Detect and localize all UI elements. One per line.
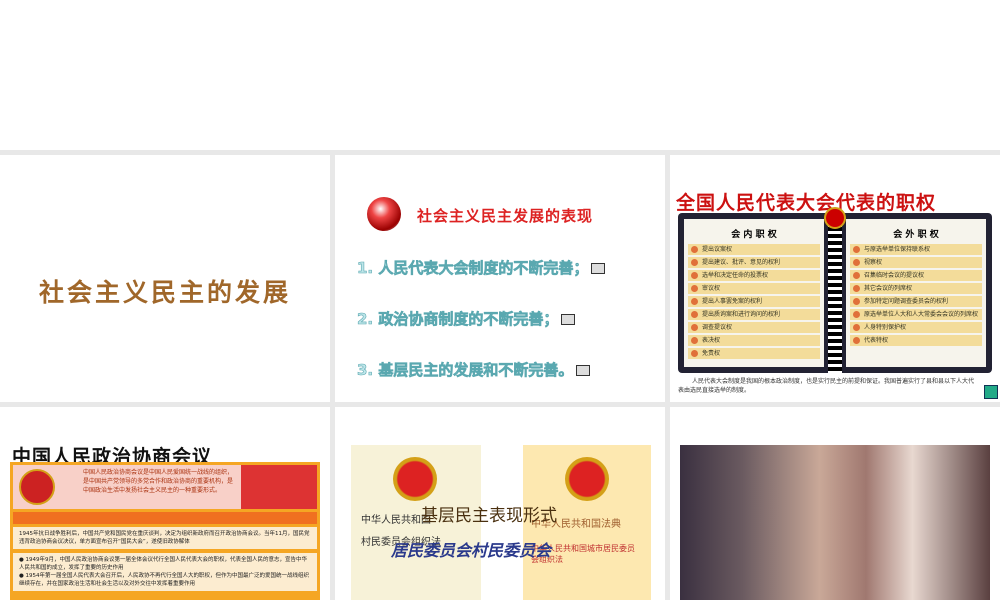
duty-item: 表决权: [688, 335, 820, 346]
duty-item: 代表特权: [850, 335, 982, 346]
duty-item: 提出建议、批评、意见的权利: [688, 257, 820, 268]
slide-thumbnail-5[interactable]: 中华人民共和国 村民委员会组织法 中华人民共和国法典 中华人民共和国城市居民委员…: [335, 407, 665, 600]
slide-title: 全国人民代表大会代表的职权: [676, 192, 937, 214]
list-item: 1. 人民代表大会制度的不断完善；: [357, 257, 606, 278]
duty-item: 提出质询案和进行询问的权利: [688, 309, 820, 320]
spiral-binding: [828, 213, 842, 373]
slide-title: 社会主义民主发展的表现: [417, 207, 594, 225]
duty-item: 选举和决定任命的投票权: [688, 270, 820, 281]
duty-item: 原选举单位人大和人大常委会会议的列席权: [850, 309, 982, 320]
book-link-icon[interactable]: [576, 365, 591, 376]
slide-thumbnail-4[interactable]: 中国人民政治协商会议 中国人民政治协商会议是中国人民爱国统一战线的组织，是中国共…: [0, 407, 330, 600]
history-text: 1945年抗日战争胜利后，中国共产党和国民党在重庆谈判，决定为组织新政府而召开政…: [13, 527, 317, 549]
history-text: ● 1954年第一届全国人民代表大会召开后，人民政协不再代行全国人大的职权，但作…: [19, 573, 310, 587]
duty-item: 其它会议的列席权: [850, 283, 982, 294]
doves-image: [241, 465, 317, 509]
slide-title: 基层民主表现形式: [421, 506, 557, 526]
slide-thumbnail-6[interactable]: [670, 407, 1000, 600]
book-link-icon[interactable]: [561, 314, 576, 325]
slide-subtitle: 居民委员会村民委员会: [391, 541, 552, 560]
duty-item: 调查提议权: [688, 322, 820, 333]
duty-item: 视察权: [850, 257, 982, 268]
duty-item: 召集临时会议的提议权: [850, 270, 982, 281]
slide-thumbnail-2[interactable]: 社会主义民主发展的表现 1. 人民代表大会制度的不断完善； 2. 政治协商制度的…: [335, 155, 665, 402]
slide-title: 社会主义民主的发展: [38, 278, 291, 307]
list-item: 2. 政治协商制度的不断完善；: [357, 308, 576, 329]
right-header: 会 外 职 权: [893, 230, 939, 240]
left-header: 会 内 职 权: [731, 230, 777, 240]
national-emblem-icon: [824, 207, 846, 229]
duty-item: 提出人事罢免案的权利: [688, 296, 820, 307]
duty-item: 审议权: [688, 283, 820, 294]
history-text: ● 1949年9月，中国人民政治协商会议第一届全体会议代行全国人民代表大会的职权…: [19, 557, 308, 571]
slide-thumbnail-1[interactable]: 社会主义民主的发展: [0, 155, 330, 402]
duty-item: 参加特定问题调查委员会的权利: [850, 296, 982, 307]
globe-icon: [367, 197, 401, 231]
book-link-icon[interactable]: [591, 263, 606, 274]
caption: 人民代表大会制度是我国的根本政治制度，也是实行民主的前提和保证。我国普遍实行了县…: [678, 378, 975, 394]
exit-icon[interactable]: [984, 385, 998, 399]
duty-item: 与原选举单位保持联系权: [850, 244, 982, 255]
national-emblem-icon: [393, 457, 437, 501]
duties-board: 会 内 职 权 提出议案权提出建议、批评、意见的权利 选举和决定任命的投票权 审议权…: [678, 207, 992, 373]
duty-item: 人身特别保护权: [850, 322, 982, 333]
duty-item: 提出议案权: [688, 244, 820, 255]
cppcc-emblem-icon: [19, 469, 55, 505]
editor-top-area: [0, 0, 1000, 150]
national-emblem-icon: [565, 457, 609, 501]
intro-text: 中国人民政治协商会议是中国人民爱国统一战线的组织，是中国共产党领导的多党合作和政…: [83, 469, 234, 494]
list-item: 3. 基层民主的发展和不断完善。: [357, 359, 591, 380]
election-photo: [680, 445, 990, 600]
slide-thumbnail-3[interactable]: 全国人民代表大会代表的职权 会 内 职 权 提出议案权提出建议、批评、意见的权利…: [670, 155, 1000, 402]
duty-item: 免责权: [688, 348, 820, 359]
